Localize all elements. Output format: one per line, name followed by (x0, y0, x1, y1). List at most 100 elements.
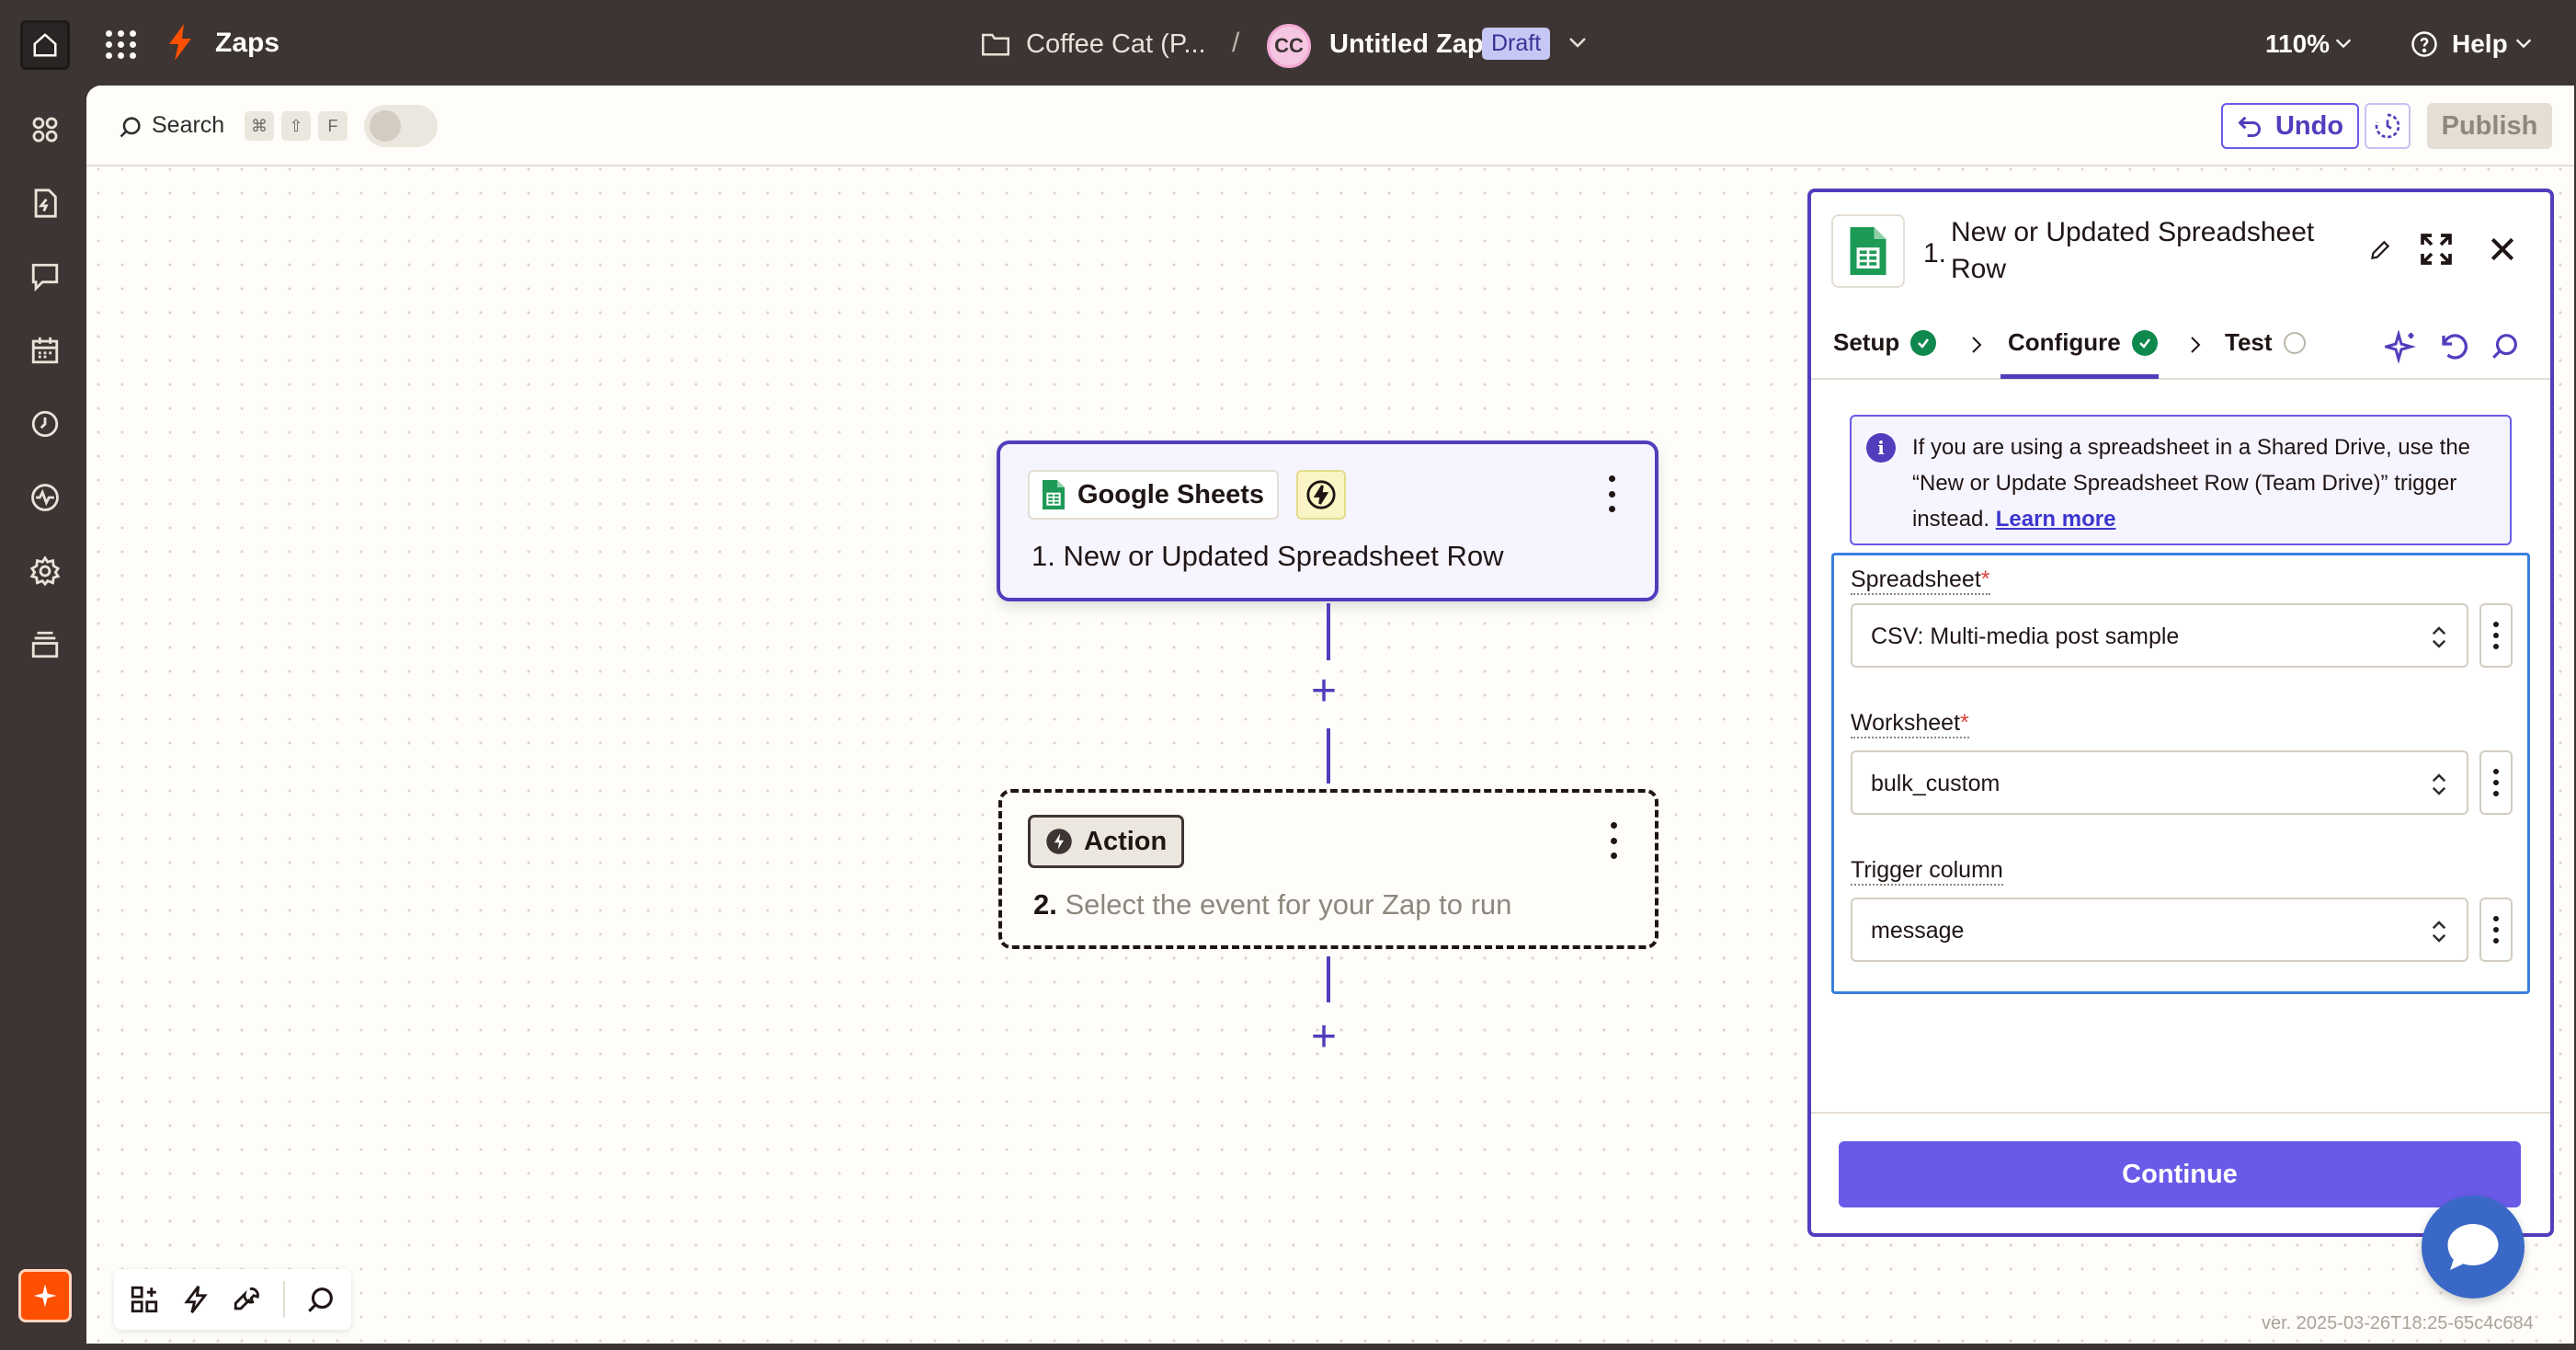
step-number: 2. (1033, 888, 1057, 921)
google-sheets-icon (1043, 480, 1065, 509)
add-step-button[interactable]: + (1311, 1015, 1337, 1059)
shortcut-key: F (318, 111, 348, 141)
search-icon[interactable] (118, 114, 143, 140)
undo-icon (2238, 116, 2261, 137)
pencil-icon[interactable] (2368, 238, 2392, 262)
connector-line (1327, 603, 1330, 660)
check-circle-icon (2131, 329, 2158, 356)
app-chip[interactable]: Google Sheets (1028, 470, 1280, 520)
archive-icon[interactable] (27, 626, 63, 663)
folder-icon (982, 33, 1009, 56)
info-text: If you are using a spreadsheet in a Shar… (1912, 429, 2501, 537)
zap-title[interactable]: Untitled Zap (1329, 29, 1484, 60)
tab-label: Configure (2008, 328, 2121, 356)
pending-circle-icon (2283, 331, 2306, 354)
trigger-column-value: message (1871, 918, 1965, 944)
learn-more-link[interactable]: Learn more (1996, 507, 2116, 532)
action-chip-label: Action (1084, 826, 1168, 856)
select-arrows-icon (2432, 626, 2446, 648)
search-icon[interactable] (2490, 330, 2521, 361)
history-icon (2375, 113, 2400, 139)
sparkle-icon (33, 1284, 57, 1308)
activity-icon[interactable] (27, 479, 63, 516)
apps-icon[interactable] (27, 111, 63, 148)
calendar-icon[interactable] (27, 332, 63, 369)
action-chip[interactable]: Action (1028, 815, 1185, 868)
breadcrumb-separator: / (1232, 28, 1240, 58)
worksheet-value: bulk_custom (1871, 771, 2000, 796)
tab-setup[interactable]: Setup (1833, 328, 1937, 357)
folder-name-link[interactable]: Coffee Cat (P... (1026, 29, 1206, 60)
app-name: Google Sheets (1077, 479, 1265, 509)
support-chat-button[interactable] (2422, 1196, 2525, 1299)
version-history-button[interactable] (2365, 103, 2411, 149)
chevron-down-icon[interactable] (2513, 35, 2534, 51)
tab-label: Setup (1833, 328, 1900, 356)
worksheet-select[interactable]: bulk_custom (1851, 750, 2468, 815)
canvas-toggle[interactable] (364, 105, 438, 147)
step-placeholder: Select the event for your Zap to run (1065, 888, 1512, 921)
chevron-right-icon (2191, 337, 2201, 353)
panel-tabs: Setup Configure Test (1811, 310, 2550, 380)
shortcut-key: ⇧ (281, 111, 311, 141)
trigger-column-label: Trigger column (1851, 857, 2003, 886)
top-bar: Zaps Coffee Cat (P... / CC Untitled Zap … (0, 0, 2576, 86)
active-tab-indicator (2000, 374, 2159, 379)
home-button[interactable] (20, 20, 70, 70)
status-badge: Draft (1482, 28, 1551, 60)
zap-file-icon[interactable] (27, 185, 63, 222)
refresh-icon[interactable] (2438, 330, 2471, 363)
field-options-icon[interactable] (2479, 750, 2513, 815)
more-options-icon[interactable] (1609, 822, 1618, 859)
wrench-icon[interactable] (232, 1284, 263, 1315)
chat-bubble-icon (2447, 1224, 2499, 1270)
trigger-column-select[interactable]: message (1851, 898, 2468, 962)
add-apps-icon[interactable] (129, 1284, 160, 1315)
history-icon[interactable] (27, 406, 63, 442)
configure-fields: Spreadsheet* CSV: Multi-media post sampl… (1831, 553, 2530, 994)
version-text: ver. 2025-03-26T18:25-65c4c684 (2262, 1313, 2534, 1333)
chevron-right-icon (1972, 337, 1982, 353)
connector-line (1327, 956, 1330, 1002)
spreadsheet-select[interactable]: CSV: Multi-media post sample (1851, 603, 2468, 668)
action-step-card[interactable]: Action 2. Select the event for your Zap … (998, 789, 1658, 949)
select-arrows-icon (2432, 773, 2446, 795)
trigger-step-card[interactable]: Google Sheets 1. New or Updated Spreadsh… (997, 440, 1658, 601)
continue-button[interactable]: Continue (1839, 1141, 2521, 1207)
field-options-icon[interactable] (2479, 898, 2513, 962)
tab-test[interactable]: Test (2225, 328, 2306, 357)
settings-icon[interactable] (27, 553, 63, 589)
undo-button[interactable]: Undo (2221, 103, 2359, 149)
expand-icon[interactable] (2418, 231, 2455, 268)
field-options-icon[interactable] (2479, 603, 2513, 668)
search-icon[interactable] (305, 1284, 336, 1315)
step-title: 2. Select the event for your Zap to run (1033, 888, 1511, 921)
chat-icon[interactable] (27, 258, 63, 295)
panel-title: New or Updated Spreadsheet Row (1951, 217, 2315, 284)
help-menu[interactable]: Help (2452, 29, 2508, 59)
google-sheets-icon (1831, 214, 1905, 288)
app-title[interactable]: Zaps (215, 28, 279, 59)
app-switcher-icon[interactable] (103, 26, 140, 63)
add-step-button[interactable]: + (1311, 669, 1337, 714)
close-icon[interactable] (2488, 235, 2517, 264)
copilot-button[interactable] (18, 1269, 72, 1322)
zoom-level[interactable]: 110% (2265, 29, 2330, 59)
bolt-circle-icon (1046, 829, 1072, 854)
bolt-icon[interactable] (180, 1284, 211, 1315)
publish-button[interactable]: Publish (2427, 103, 2552, 149)
connector-line (1327, 728, 1330, 784)
canvas-toolbar (86, 86, 2574, 166)
step-title: 1. New or Updated Spreadsheet Row (1032, 540, 1504, 572)
tab-configure[interactable]: Configure (2008, 328, 2158, 357)
sparkle-icon[interactable] (2385, 330, 2418, 363)
search-button[interactable]: Search (152, 112, 224, 139)
chevron-down-icon[interactable] (1567, 33, 1589, 51)
more-options-icon[interactable] (1607, 475, 1616, 512)
help-icon[interactable] (2411, 30, 2438, 58)
canvas-tools (114, 1269, 351, 1330)
panel-step-number: 1. (1923, 238, 1947, 269)
shortcut-key: ⌘ (245, 111, 274, 141)
select-arrows-icon (2432, 921, 2446, 943)
chevron-down-icon[interactable] (2333, 35, 2354, 51)
